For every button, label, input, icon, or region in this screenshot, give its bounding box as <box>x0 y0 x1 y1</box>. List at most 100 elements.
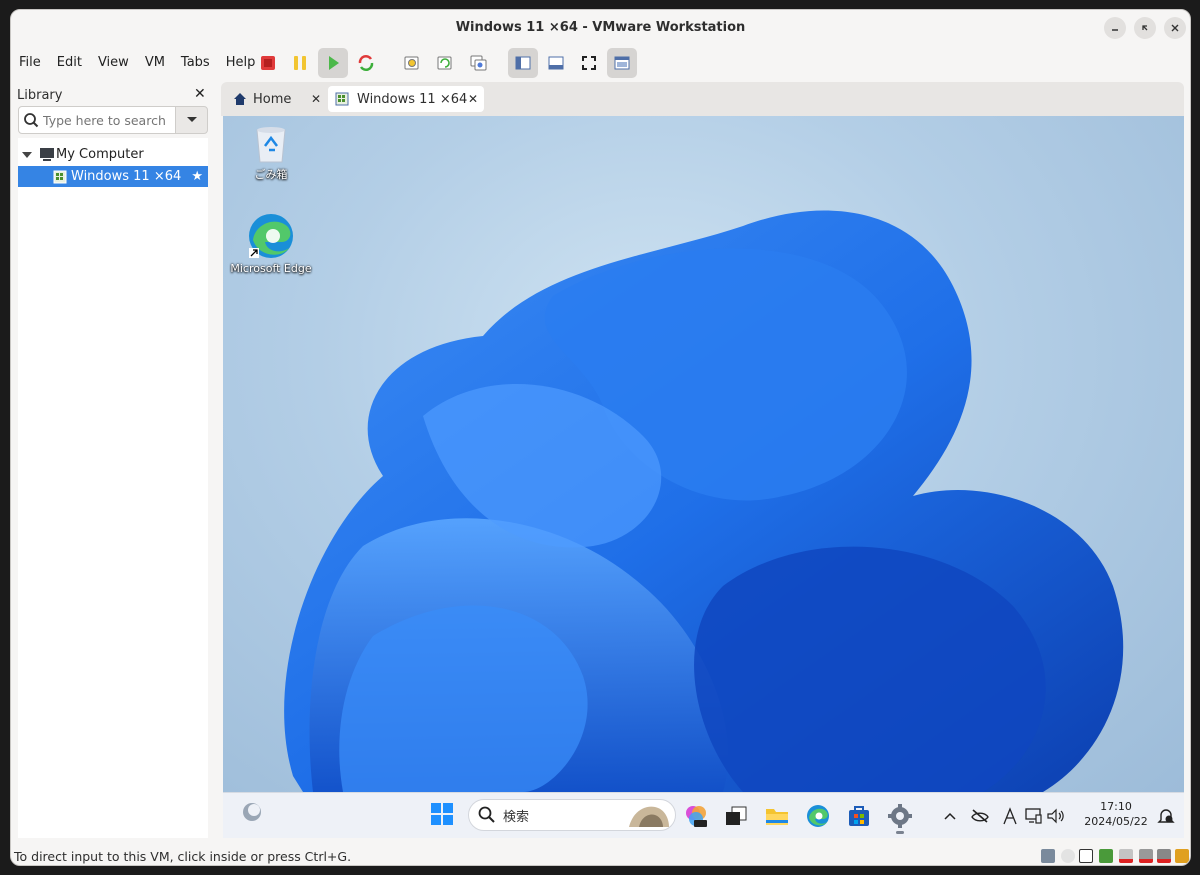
status-sound-icon[interactable] <box>1157 849 1171 863</box>
fullscreen-icon <box>582 56 596 70</box>
tree-item-label: Windows 11 ×64 <box>71 169 182 184</box>
status-hdd-icon[interactable] <box>1041 849 1055 863</box>
vm-content-area: Home ✕ Windows 11 ×64 ✕ ごみ箱 Microsoft Ed… <box>221 82 1184 846</box>
minimize-button[interactable] <box>1104 17 1126 39</box>
taskbar-file-explorer[interactable] <box>764 803 790 829</box>
chevron-up-icon <box>944 812 956 820</box>
close-tab-icon[interactable]: ✕ <box>468 92 478 106</box>
taskbar-search-box[interactable]: 検索 <box>468 799 676 831</box>
library-search-input[interactable] <box>43 112 171 128</box>
close-tab-icon[interactable]: ✕ <box>311 92 321 106</box>
restart-icon <box>358 55 374 71</box>
speaker-icon <box>1047 808 1064 824</box>
restore-icon <box>1142 25 1148 31</box>
suspend-button[interactable] <box>285 48 315 78</box>
tree-item-vm[interactable]: Windows 11 ×64 ★ <box>18 166 208 187</box>
fullscreen-button[interactable] <box>574 48 604 78</box>
search-highlight-icon <box>629 806 669 827</box>
power-on-button[interactable] <box>318 48 348 78</box>
snapshot-icon <box>404 56 419 70</box>
desktop-icon-edge[interactable]: Microsoft Edge <box>226 212 316 275</box>
chevron-down-icon <box>186 117 197 122</box>
tab-vm[interactable]: Windows 11 ×64 ✕ <box>328 86 484 112</box>
start-button[interactable] <box>429 801 455 827</box>
status-usb-icon[interactable] <box>1119 849 1133 863</box>
desktop-icon-label: ごみ箱 <box>254 168 288 181</box>
search-icon <box>24 113 39 128</box>
thumbnail-bar-icon <box>548 56 564 70</box>
running-indicator <box>896 831 904 834</box>
device-icon <box>1025 808 1042 824</box>
favorite-star-icon[interactable]: ★ <box>191 169 203 184</box>
restart-button[interactable] <box>351 48 381 78</box>
vmware-window: Windows 11 ×64 - VMware Workstation File… <box>10 9 1191 866</box>
manage-snapshots-button[interactable] <box>463 48 493 78</box>
power-off-icon <box>261 56 275 70</box>
show-hidden-icons-button[interactable] <box>937 803 963 829</box>
status-cd-icon[interactable] <box>1061 849 1075 863</box>
window-title: Windows 11 ×64 - VMware Workstation <box>455 19 746 35</box>
search-dropdown-button[interactable] <box>175 106 208 134</box>
guest-desktop[interactable]: ごみ箱 Microsoft Edge <box>223 116 1184 792</box>
taskbar-edge[interactable] <box>805 803 831 829</box>
tab-home[interactable]: Home ✕ <box>225 86 325 112</box>
tab-bar: Home ✕ Windows 11 ×64 ✕ <box>221 82 1184 116</box>
library-search-box[interactable] <box>18 106 176 134</box>
taskbar-copilot[interactable] <box>683 803 709 829</box>
tray-network[interactable] <box>967 803 993 829</box>
close-button[interactable] <box>1164 17 1186 39</box>
library-close-button[interactable]: ✕ <box>194 86 206 102</box>
notifications-button[interactable] <box>1153 803 1179 829</box>
taskbar-store[interactable] <box>846 803 872 829</box>
task-view-icon <box>726 806 747 825</box>
menu-edit[interactable]: Edit <box>49 55 82 70</box>
thumbnail-bar-button[interactable] <box>541 48 571 78</box>
library-title: Library <box>17 88 63 103</box>
desktop-icon-recycle-bin[interactable]: ごみ箱 <box>226 124 316 182</box>
status-printer-icon[interactable] <box>1139 849 1153 863</box>
status-display-icon[interactable] <box>1079 849 1093 863</box>
restore-button[interactable] <box>1134 17 1156 39</box>
tree-item-my-computer[interactable]: My Computer <box>18 144 208 165</box>
console-view-button[interactable] <box>607 48 637 78</box>
computer-icon <box>40 147 54 161</box>
power-on-icon <box>329 56 339 70</box>
menu-help[interactable]: Help <box>218 55 256 70</box>
status-network-icon[interactable] <box>1099 849 1113 863</box>
minimize-icon <box>1112 29 1118 31</box>
notification-bell-icon <box>1157 809 1175 823</box>
menu-tabs[interactable]: Tabs <box>173 55 210 70</box>
title-bar[interactable]: Windows 11 ×64 - VMware Workstation <box>11 10 1190 44</box>
edge-icon <box>807 805 829 827</box>
snapshot-button[interactable] <box>397 48 427 78</box>
show-library-button[interactable] <box>508 48 538 78</box>
edge-icon <box>249 214 293 258</box>
revert-snapshot-button[interactable] <box>430 48 460 78</box>
menu-vm[interactable]: VM <box>137 55 165 70</box>
recycle-bin-icon <box>256 127 286 163</box>
vm-icon <box>53 170 67 183</box>
copilot-icon <box>686 806 707 827</box>
wallpaper-bloom <box>284 210 1124 792</box>
status-message: To direct input to this VM, click inside… <box>14 849 352 864</box>
tree-item-label: My Computer <box>56 147 144 162</box>
expand-arrow-icon <box>22 151 32 158</box>
taskbar-settings[interactable] <box>887 803 913 834</box>
manage-snapshots-icon <box>470 55 487 71</box>
taskbar-task-view[interactable] <box>723 803 749 829</box>
power-off-button[interactable] <box>253 48 283 78</box>
library-tree: My Computer Windows 11 ×64 ★ <box>18 138 208 838</box>
status-messages-icon[interactable] <box>1175 849 1189 863</box>
menu-file[interactable]: File <box>11 55 41 70</box>
library-panel: Library ✕ My Computer Windows 11 ×64 ★ <box>11 82 215 846</box>
clock-date: 2024/05/22 <box>1084 815 1148 828</box>
revert-snapshot-icon <box>437 56 452 70</box>
suspend-icon <box>294 56 306 70</box>
taskbar-clock[interactable]: 17:10 2024/05/22 <box>1081 799 1151 829</box>
console-view-icon <box>614 56 630 70</box>
tray-volume[interactable] <box>1043 803 1069 829</box>
widgets-button[interactable] <box>239 799 265 825</box>
gear-icon <box>888 804 912 828</box>
weather-icon <box>243 803 261 821</box>
menu-view[interactable]: View <box>90 55 129 70</box>
